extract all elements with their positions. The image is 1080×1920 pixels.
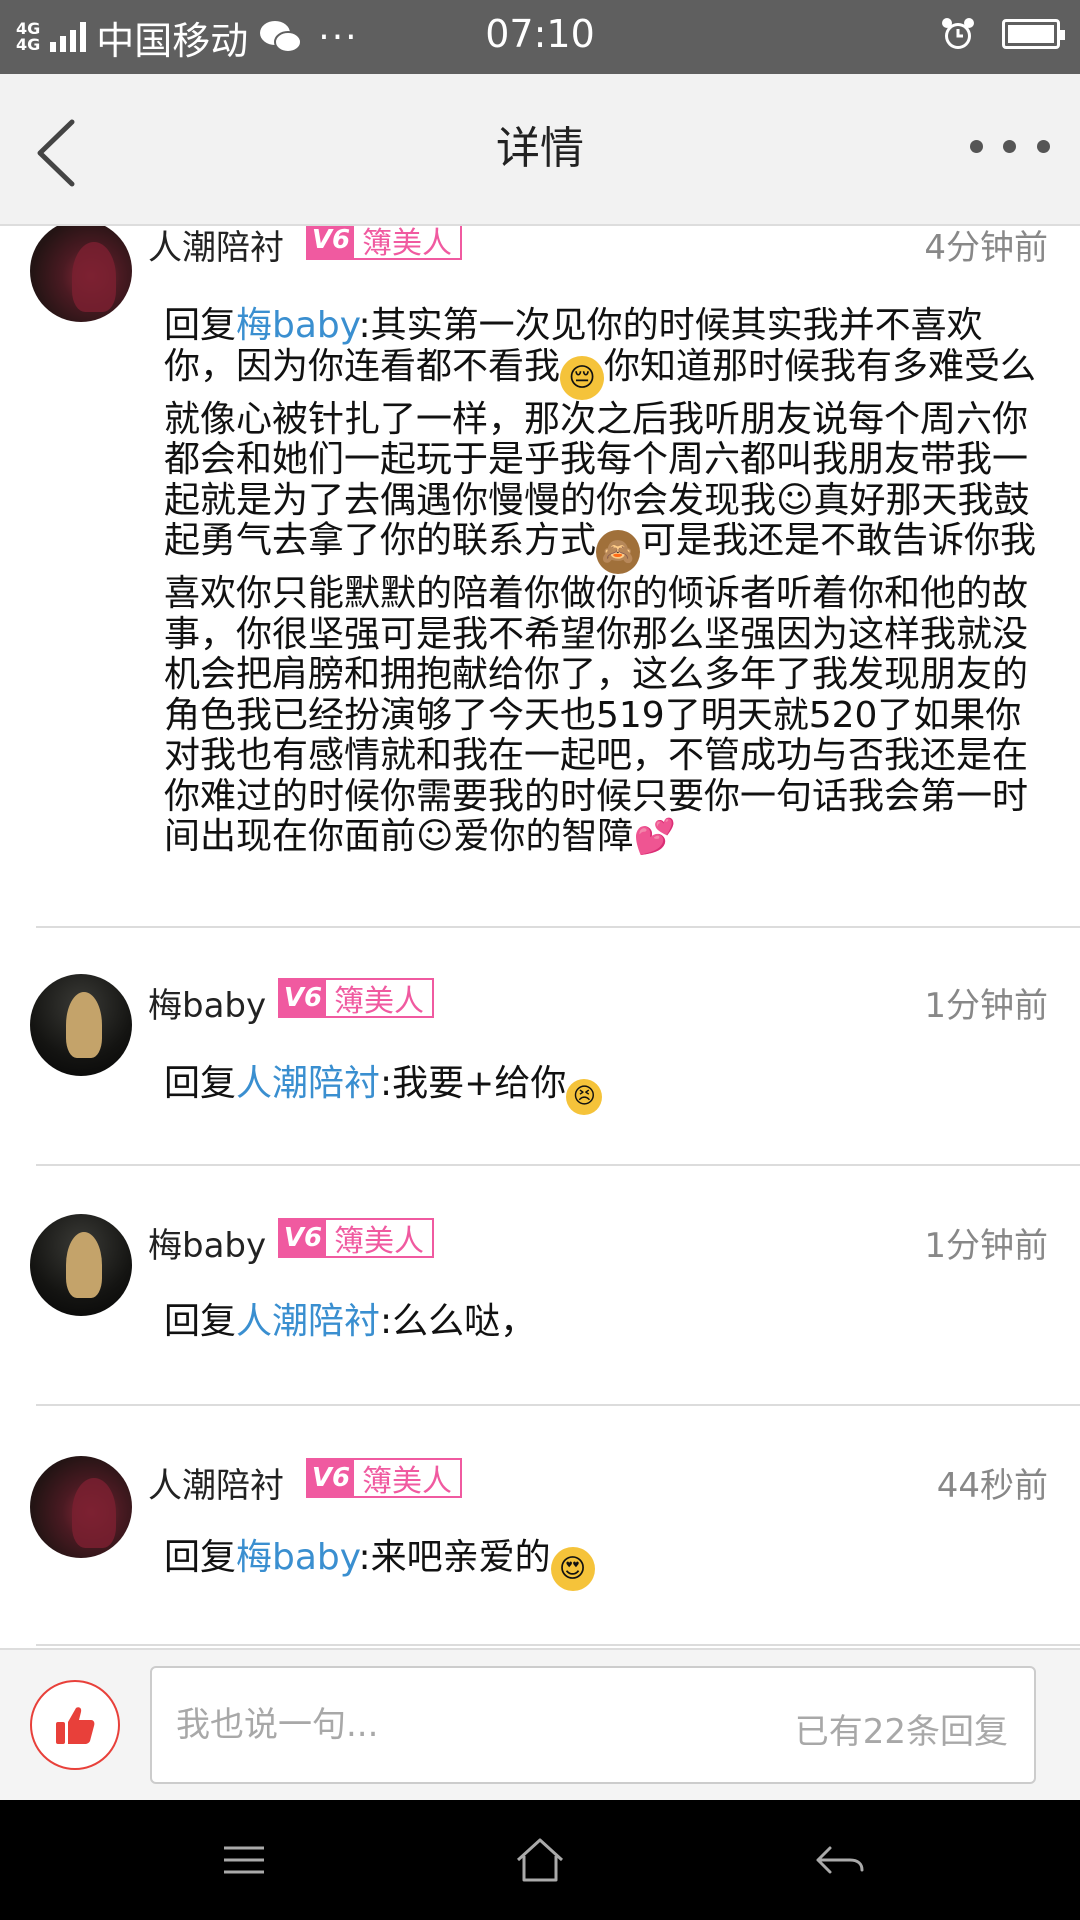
pensive-emoji-icon: 😔	[560, 355, 605, 400]
menu-icon	[224, 1846, 264, 1874]
back-nav-button[interactable]	[810, 1830, 870, 1890]
comment-time: 44秒前	[936, 1466, 1048, 1506]
alarm-icon	[942, 18, 974, 49]
username[interactable]: 人潮陪衬	[148, 1458, 284, 1507]
comment-item: 梅baby V6 簿美人 1分钟前 回复人潮陪衬:么么哒，	[0, 1166, 1080, 1406]
mention-link[interactable]: 人潮陪衬	[236, 1063, 380, 1104]
more-dots-icon	[970, 139, 984, 153]
comment-time: 1分钟前	[924, 986, 1048, 1026]
comment-text: 回复梅baby:来吧亲爱的 😍	[164, 1537, 1044, 1591]
comment-item: 梅baby V6 簿美人 1分钟前 回复人潮陪衬:我要+给你 😣	[0, 928, 1080, 1166]
thumbs-up-icon	[56, 1707, 95, 1744]
heart-eyes-emoji-icon: 😍	[550, 1547, 595, 1591]
like-button[interactable]	[30, 1680, 120, 1770]
title-bar: 详情	[0, 74, 1080, 226]
comment-time: 4分钟前	[924, 228, 1048, 268]
back-arrow-icon	[816, 1846, 864, 1874]
clock: 07:10	[485, 12, 595, 56]
avatar[interactable]	[30, 1456, 132, 1558]
comment-list[interactable]: 人潮陪衬 V6 簿美人 4分钟前 回复梅baby:其实第一次见你的时候其实我并不…	[0, 226, 1080, 1648]
status-bar: 4G 4G 中国移动 ··· 07:10	[0, 0, 1080, 74]
comment-bar: 已有22条回复	[0, 1648, 1080, 1800]
divider	[36, 1644, 1080, 1646]
shy-emoji-icon: 😣	[566, 1079, 603, 1115]
level-badge: V6 簿美人	[278, 978, 434, 1019]
level-badge: V6 簿美人	[306, 1458, 462, 1499]
comment-item: 人潮陪衬 V6 簿美人 4分钟前 回复梅baby:其实第一次见你的时候其实我并不…	[0, 226, 1080, 928]
page-title: 详情	[496, 123, 584, 174]
comment-text: 回复梅baby:其实第一次见你的时候其实我并不喜欢你，因为你连看都不看我 😔 你知道…	[164, 305, 1037, 857]
mention-link[interactable]: 梅baby	[236, 305, 358, 346]
username[interactable]: 梅baby	[148, 1218, 266, 1267]
comment-text: 回复人潮陪衬:我要+给你 😣	[164, 1063, 1044, 1115]
username[interactable]: 人潮陪衬	[148, 226, 284, 269]
level-badge: V6 簿美人	[306, 226, 462, 261]
heart-emoji-icon: 💕	[633, 817, 676, 857]
battery-icon	[1002, 19, 1065, 49]
menu-button[interactable]	[214, 1830, 274, 1890]
comment-item: 人潮陪衬 V6 簿美人 44秒前 回复梅baby:来吧亲爱的 😍	[0, 1406, 1080, 1648]
comment-box[interactable]: 已有22条回复	[150, 1666, 1036, 1784]
username[interactable]: 梅baby	[148, 978, 266, 1027]
home-icon	[516, 1838, 564, 1882]
navigation-bar	[0, 1800, 1080, 1920]
comment-time: 1分钟前	[924, 1226, 1048, 1266]
avatar[interactable]	[30, 1214, 132, 1316]
mention-link[interactable]: 人潮陪衬	[236, 1301, 380, 1342]
home-button[interactable]	[510, 1830, 570, 1890]
comment-text: 回复人潮陪衬:么么哒，	[164, 1301, 537, 1342]
reply-count: 已有22条回复	[794, 1712, 1008, 1752]
more-button[interactable]	[960, 126, 1060, 166]
comment-input[interactable]	[176, 1668, 736, 1782]
mention-link[interactable]: 梅baby	[236, 1537, 358, 1578]
avatar[interactable]	[30, 226, 132, 322]
level-badge: V6 簿美人	[278, 1218, 434, 1259]
see-no-evil-monkey-emoji-icon: 🙈	[596, 530, 641, 574]
avatar[interactable]	[30, 974, 132, 1076]
